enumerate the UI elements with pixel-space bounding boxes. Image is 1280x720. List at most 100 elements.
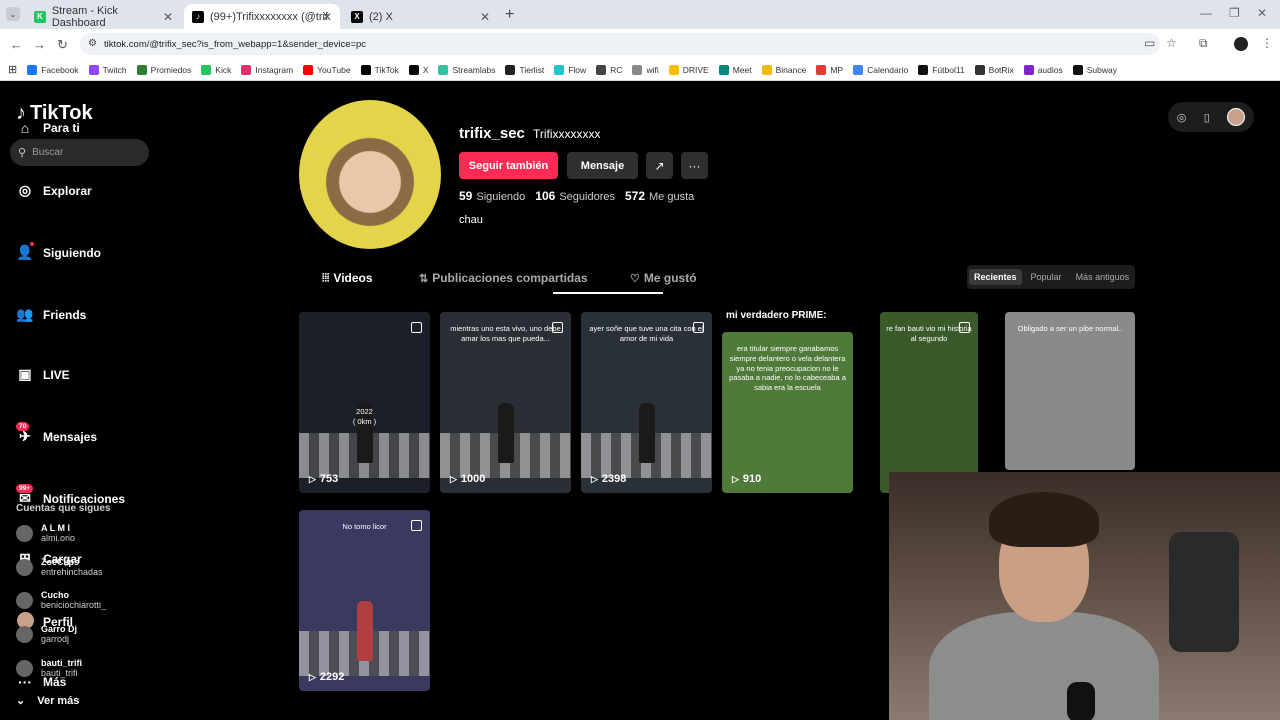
video-thumbnail[interactable]: No tomo licor ▷ 2292 (299, 510, 430, 691)
search-input[interactable]: ⚲ Buscar (10, 139, 149, 166)
bookmark-audios[interactable]: audios (1023, 64, 1063, 75)
video-thumbnail[interactable]: re fan bauti vio mi historia al segundo (880, 312, 978, 493)
bookmark-subway[interactable]: Subway (1072, 64, 1117, 75)
view-count: ▷ 2398 (591, 473, 626, 485)
bookmark-label: Kick (215, 64, 232, 75)
browser-profile-avatar[interactable] (1234, 37, 1248, 51)
close-window-icon[interactable]: ✕ (1257, 6, 1267, 20)
bookmark-favicon-icon (853, 64, 864, 75)
bookmark-wifi[interactable]: wifi (632, 64, 659, 75)
bookmark-botrix[interactable]: BotRix (974, 64, 1014, 75)
likes-stat: 572 Me gusta (624, 189, 695, 203)
bookmark-drive[interactable]: DRIVE (668, 64, 709, 75)
sort-oldest[interactable]: Más antiguos (1071, 269, 1135, 285)
bookmark-tierlist[interactable]: Tierlist (505, 64, 544, 75)
bookmark-binance[interactable]: Binance (761, 64, 806, 75)
video-thumbnail[interactable]: mientras uno esta vivo, uno debe amar lo… (440, 312, 571, 493)
minimize-icon[interactable]: — (1200, 6, 1212, 20)
video-caption: mientras uno esta vivo, uno debe amar lo… (450, 324, 561, 343)
bookmark-promiedos[interactable]: Promiedos (136, 64, 191, 75)
followed-account[interactable]: A L M Ialmi.orio (16, 523, 75, 543)
profile-username: trifix_sec (459, 125, 525, 142)
bookmark-tiktok[interactable]: TikTok (360, 64, 399, 75)
sort-toggle: Recientes Popular Más antiguos (967, 265, 1135, 289)
tab-liked[interactable]: ♡ Me gustó (630, 271, 697, 285)
bookmark-favicon-icon (201, 64, 212, 75)
apps-grid-icon[interactable]: ⊞ (8, 63, 17, 76)
site-info-icon[interactable]: ⚙ (88, 38, 97, 49)
browser-tab-tiktok[interactable]: ♪ (99+)Trifixxxxxxxx (@trifix_sec) | ✕ (184, 4, 340, 29)
followed-account[interactable]: Garro Dj garrodj (16, 624, 77, 644)
tab-reposts[interactable]: ⇅ Publicaciones compartidas (419, 271, 588, 285)
bookmark-f-tbol11[interactable]: Fútbol11 (918, 64, 965, 75)
video-thumbnail[interactable]: era titular siempre ganabamos siempre de… (722, 332, 853, 493)
install-app-icon[interactable]: ▭ (1144, 36, 1155, 50)
url-input[interactable]: ⚙ tiktok.com/@trifix_sec?is_from_webapp=… (80, 33, 1160, 55)
followed-account[interactable]: bauti_trifi bauti_trifi (16, 658, 82, 678)
sort-popular[interactable]: Popular (1026, 269, 1067, 285)
tab-search-dropdown-icon[interactable]: ⌄ (6, 7, 20, 21)
tab-videos[interactable]: ⦙⦙⦙ Videos (322, 271, 373, 285)
message-button[interactable]: Mensaje (567, 152, 638, 179)
more-options-icon[interactable]: ··· (681, 152, 708, 179)
video-thumbnail[interactable]: Obligado a ser un pibe normal.. (1005, 312, 1135, 470)
profile-avatar[interactable] (299, 100, 441, 249)
view-count-value: 910 (742, 473, 762, 485)
bookmark-facebook[interactable]: Facebook (27, 64, 79, 75)
user-avatar[interactable] (1227, 108, 1246, 126)
followers-stat[interactable]: 106 Seguidores (535, 189, 615, 203)
following-section-title: Cuentas que sigues (16, 503, 111, 514)
share-icon[interactable]: ↗ (646, 152, 673, 179)
bookmark-star-icon[interactable]: ☆ (1166, 36, 1177, 50)
close-tab-icon[interactable]: ✕ (163, 10, 173, 24)
bookmark-mp[interactable]: MP (816, 64, 843, 75)
see-more-button[interactable]: ⌄ Ver más (16, 694, 79, 708)
sidebar-item-friends[interactable]: 👥 Friends (16, 306, 86, 323)
sidebar-item-para-ti[interactable]: ⌂ Para ti (16, 120, 80, 136)
bookmark-calendario[interactable]: Calendario (853, 64, 908, 75)
address-bar-row: ← → ↻ ⚙ tiktok.com/@trifix_sec?is_from_w… (0, 29, 1280, 59)
new-tab-icon[interactable]: + (505, 6, 514, 24)
sort-recent[interactable]: Recientes (969, 269, 1022, 285)
sidebar-item-siguiendo[interactable]: 👤 Siguiendo (16, 242, 101, 261)
close-tab-icon[interactable]: ✕ (480, 10, 490, 24)
play-icon: ▷ (309, 671, 316, 682)
browser-menu-icon[interactable]: ⋮ (1261, 36, 1273, 50)
account-name: A L M I (41, 523, 70, 533)
browser-tab-kick[interactable]: K Stream - Kick Dashboard ✕ (26, 4, 181, 29)
reload-icon[interactable]: ↻ (57, 37, 68, 53)
bookmark-favicon-icon (303, 64, 314, 75)
close-tab-icon[interactable]: ✕ (322, 10, 332, 24)
followed-account[interactable]: ZoeClips entrehinchadas (16, 557, 103, 577)
search-icon: ⚲ (18, 147, 27, 159)
phone-icon[interactable]: ▯ (1204, 111, 1210, 124)
sidebar-item-mensajes[interactable]: ✈ 70 Mensajes (16, 422, 97, 445)
video-thumbnail[interactable]: ayer soñe que tuve una cita con el amor … (581, 312, 712, 493)
bookmark-streamlabs[interactable]: Streamlabs (438, 64, 495, 75)
forward-icon[interactable]: → (33, 37, 46, 52)
bookmark-youtube[interactable]: YouTube (303, 64, 351, 75)
video-thumbnail[interactable]: 2022 ( 0km ) ▷ 753 (299, 312, 430, 493)
following-stat[interactable]: 59 Siguiendo (459, 189, 525, 203)
extensions-icon[interactable]: ⧉ (1199, 36, 1208, 51)
back-icon[interactable]: ← (10, 37, 23, 52)
bookmark-twitch[interactable]: Twitch (88, 64, 127, 75)
maximize-icon[interactable]: ❐ (1229, 6, 1240, 20)
friends-icon: 👥 (16, 306, 34, 322)
profile-bio: chau (459, 214, 483, 226)
bookmark-rc[interactable]: RC (596, 64, 622, 75)
sidebar-item-explorar[interactable]: ◎ Explorar (16, 182, 92, 199)
follow-back-button[interactable]: Seguir también (459, 152, 558, 179)
multi-image-icon (693, 322, 704, 333)
bookmark-instagram[interactable]: Instagram (241, 64, 293, 75)
sidebar-item-live[interactable]: ▣ LIVE (16, 366, 69, 383)
bookmark-x[interactable]: X (408, 64, 428, 75)
bookmark-label: Meet (732, 64, 752, 75)
bookmark-favicon-icon (718, 64, 729, 75)
followed-account[interactable]: Cucho beniciochiarotti_ (16, 590, 106, 610)
bookmark-meet[interactable]: Meet (718, 64, 752, 75)
compass-icon[interactable]: ◎ (1177, 111, 1187, 124)
bookmark-kick[interactable]: Kick (201, 64, 232, 75)
bookmark-flow[interactable]: Flow (554, 64, 586, 75)
browser-tab-x[interactable]: X (2) X ✕ (343, 4, 498, 29)
